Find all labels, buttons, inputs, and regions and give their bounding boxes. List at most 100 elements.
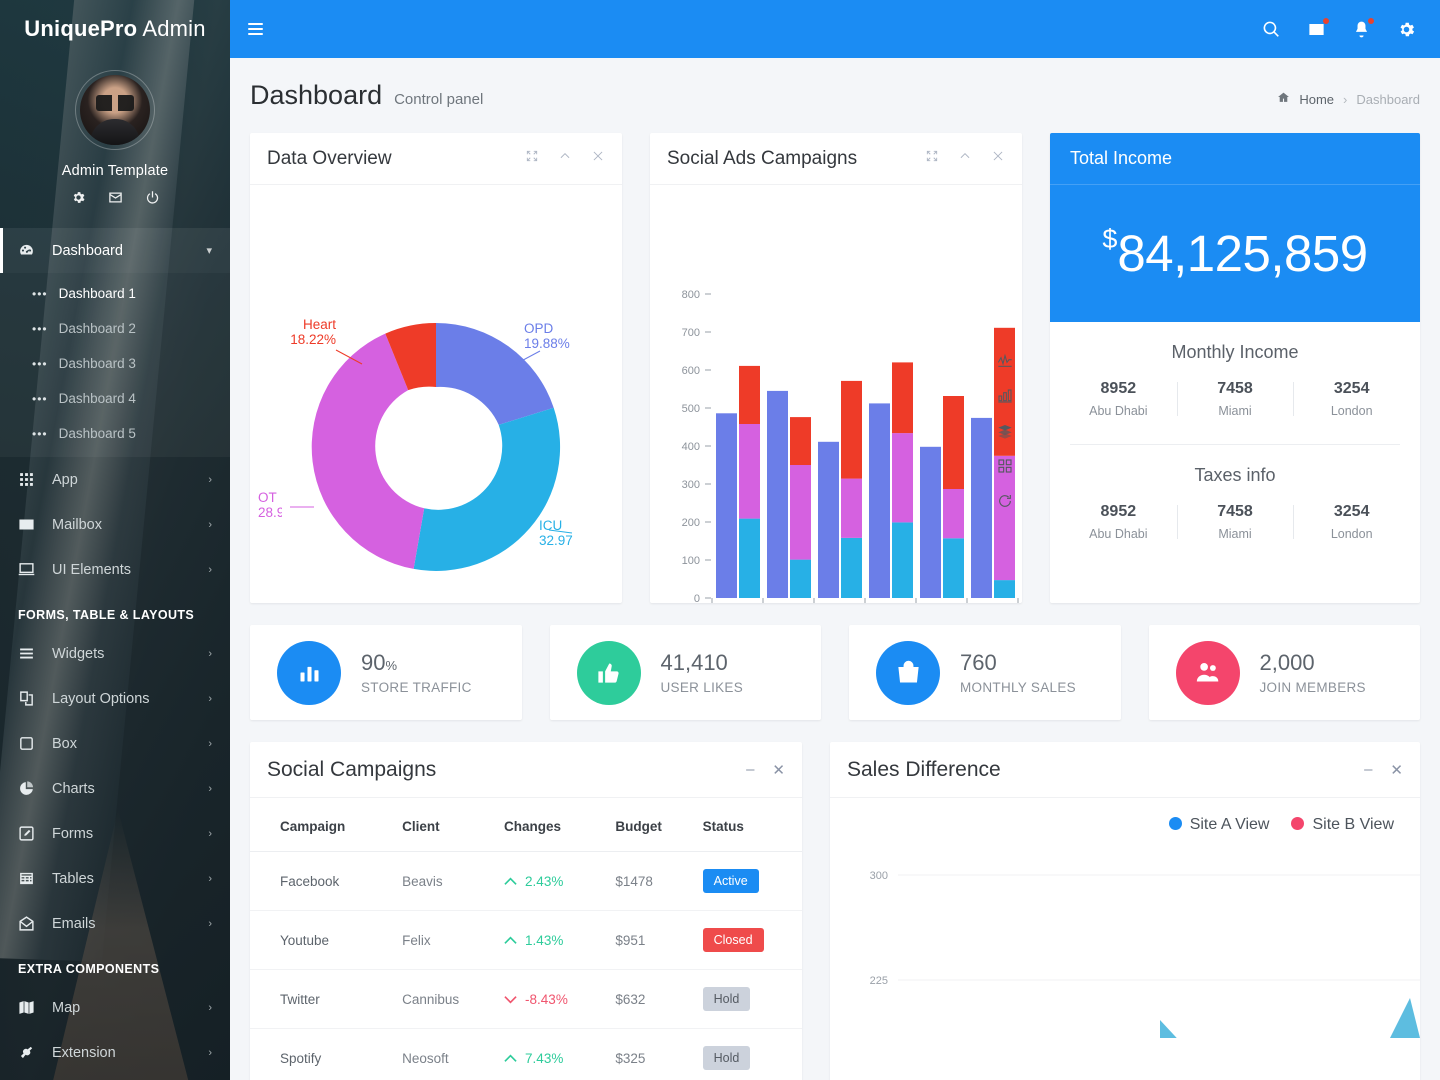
table-row[interactable]: Spotify Neosoft 7.43% $325 Hold (250, 1028, 802, 1080)
refresh-icon[interactable] (997, 493, 1013, 514)
avatar[interactable] (80, 75, 150, 145)
search-icon[interactable] (1262, 20, 1281, 39)
square-icon (18, 735, 40, 752)
brand-logo[interactable]: UniquePro Admin (0, 0, 230, 58)
bar-insta-cyan[interactable] (892, 522, 913, 598)
bar-in-a[interactable] (920, 446, 941, 598)
close-icon[interactable]: ✕ (772, 761, 785, 779)
sidebar-item-ui-elements[interactable]: UI Elements › (0, 547, 230, 592)
mail-icon[interactable] (108, 190, 123, 210)
sidebar-subitem-label: Dashboard 5 (58, 426, 136, 441)
minimize-icon[interactable]: – (1364, 761, 1372, 778)
bell-icon[interactable] (1352, 17, 1374, 39)
line-chart-icon[interactable] (997, 353, 1013, 374)
close-icon[interactable]: ✕ (1390, 761, 1403, 779)
sidebar-item-dashboard[interactable]: Dashboard ▾ (0, 228, 230, 273)
sidebar-item-extension[interactable]: Extension › (0, 1030, 230, 1075)
card-title: Sales Difference (847, 757, 1001, 781)
bar-in-red[interactable] (943, 396, 964, 489)
table-row[interactable]: Youtube Felix 1.43% $951 Closed (250, 910, 802, 970)
sidebar-subitem-label: Dashboard 2 (58, 321, 136, 336)
table-row[interactable]: Twitter Cannibus -8.43% $632 Hold (250, 969, 802, 1029)
sidebar-item-layout-options[interactable]: Layout Options › (0, 676, 230, 721)
table-header-row: Campaign Client Changes Budget Status (250, 798, 802, 852)
bar-fb-red[interactable] (739, 365, 760, 424)
sidebar-subitem-dashboard-2[interactable]: ••• Dashboard 2 (0, 311, 230, 346)
bar-fb-magenta[interactable] (739, 424, 760, 519)
table-row[interactable]: Facebook Beavis 2.43% $1478 Active (250, 851, 802, 911)
bar-insta-a[interactable] (869, 403, 890, 598)
brand-light: Admin (142, 16, 206, 41)
hamburger-icon[interactable] (248, 23, 263, 35)
bar-tw-red[interactable] (790, 417, 811, 465)
bar-gplus-magenta[interactable] (841, 478, 862, 538)
expand-icon[interactable] (525, 149, 539, 168)
bar-tw-cyan[interactable] (790, 559, 811, 598)
sidebar-subitem-dashboard-3[interactable]: ••• Dashboard 3 (0, 346, 230, 381)
sales-legend: Site A View Site B View (1168, 816, 1394, 834)
bar-insta-red[interactable] (892, 362, 913, 434)
sidebar-item-forms[interactable]: Forms › (0, 811, 230, 856)
sales-area-site-a[interactable] (1160, 998, 1420, 1080)
bar-gplus-a[interactable] (818, 441, 839, 598)
bar-in-cyan[interactable] (943, 538, 964, 598)
legend-item-site-b[interactable]: Site B View (1291, 816, 1394, 834)
bar-tw-a[interactable] (767, 390, 788, 598)
chevron-right-icon: › (208, 1046, 212, 1059)
gear-icon[interactable] (1397, 20, 1416, 39)
total-income-card: Total Income $ 84,125,859 Monthly Income… (1050, 133, 1420, 603)
breadcrumb-separator: › (1343, 91, 1348, 107)
legend-item-site-a[interactable]: Site A View (1168, 816, 1269, 834)
collapse-icon[interactable] (958, 149, 972, 168)
gear-icon[interactable] (71, 190, 86, 210)
bar-in-magenta[interactable] (943, 489, 964, 539)
sidebar-item-widgets[interactable]: Widgets › (0, 631, 230, 676)
bar-be-a[interactable] (971, 417, 992, 598)
stat-tile-user-likes[interactable]: 41,410 USER LIKES (549, 625, 821, 720)
bar-tw-magenta[interactable] (790, 465, 811, 560)
close-icon[interactable] (991, 149, 1005, 168)
close-icon[interactable] (591, 149, 605, 168)
sidebar-item-app[interactable]: App › (0, 457, 230, 502)
sidebar-subitem-dashboard-5[interactable]: ••• Dashboard 5 (0, 416, 230, 451)
stat-tile-monthly-sales[interactable]: 760 MONTHLY SALES (849, 625, 1121, 720)
breadcrumb-home[interactable]: Home (1299, 92, 1334, 107)
bar-gplus-cyan[interactable] (841, 537, 862, 598)
status-badge[interactable]: Closed (702, 928, 764, 952)
status-badge[interactable]: Hold (702, 987, 751, 1011)
sidebar-subitem-dashboard-4[interactable]: ••• Dashboard 4 (0, 381, 230, 416)
grid-icon[interactable] (997, 458, 1013, 479)
donut-label-opd: OPD 19.88% (524, 321, 570, 351)
sidebar-item-tables[interactable]: Tables › (0, 856, 230, 901)
stat-value: 3254 (1333, 503, 1370, 520)
stat-tile-join-members[interactable]: 2,000 JOIN MEMBERS (1148, 625, 1420, 720)
bar-fb-cyan[interactable] (739, 518, 760, 598)
minimize-icon[interactable]: – (746, 761, 754, 778)
sidebar-item-charts[interactable]: Charts › (0, 766, 230, 811)
stat-tile-store-traffic[interactable]: 90% STORE TRAFFIC (250, 625, 522, 720)
sidebar-item-mailbox[interactable]: Mailbox › (0, 502, 230, 547)
power-icon[interactable] (145, 190, 160, 210)
bar-insta-magenta[interactable] (892, 433, 913, 523)
collapse-icon[interactable] (558, 149, 572, 168)
social-ads-card: Social Ads Campaigns 800 700 600 500 400… (650, 133, 1022, 625)
sidebar-item-map[interactable]: Map › (0, 985, 230, 1030)
stacked-icon[interactable] (997, 423, 1013, 444)
cell-client: Beavis (394, 851, 497, 911)
mail-icon[interactable] (1307, 17, 1329, 39)
status-badge[interactable]: Active (702, 869, 759, 893)
cell-status: Active (694, 851, 802, 911)
bar-be-cyan[interactable] (994, 580, 1015, 598)
bar-fb-a[interactable] (716, 413, 737, 598)
status-badge[interactable]: Hold (702, 1046, 751, 1070)
change-value: 2.43% (525, 873, 564, 889)
expand-icon[interactable] (925, 149, 939, 168)
sidebar-item-box[interactable]: Box › (0, 721, 230, 766)
sidebar-item-emails[interactable]: Emails › (0, 901, 230, 946)
bar-gplus-red[interactable] (841, 380, 862, 479)
taxes-stat: 3254 London (1293, 503, 1410, 541)
sidebar: UniquePro Admin Admin Template Dashboard (0, 0, 230, 1080)
thumbs-up-icon (576, 640, 641, 705)
sidebar-subitem-dashboard-1[interactable]: ••• Dashboard 1 (0, 276, 230, 311)
bar-chart-icon[interactable] (997, 388, 1013, 409)
